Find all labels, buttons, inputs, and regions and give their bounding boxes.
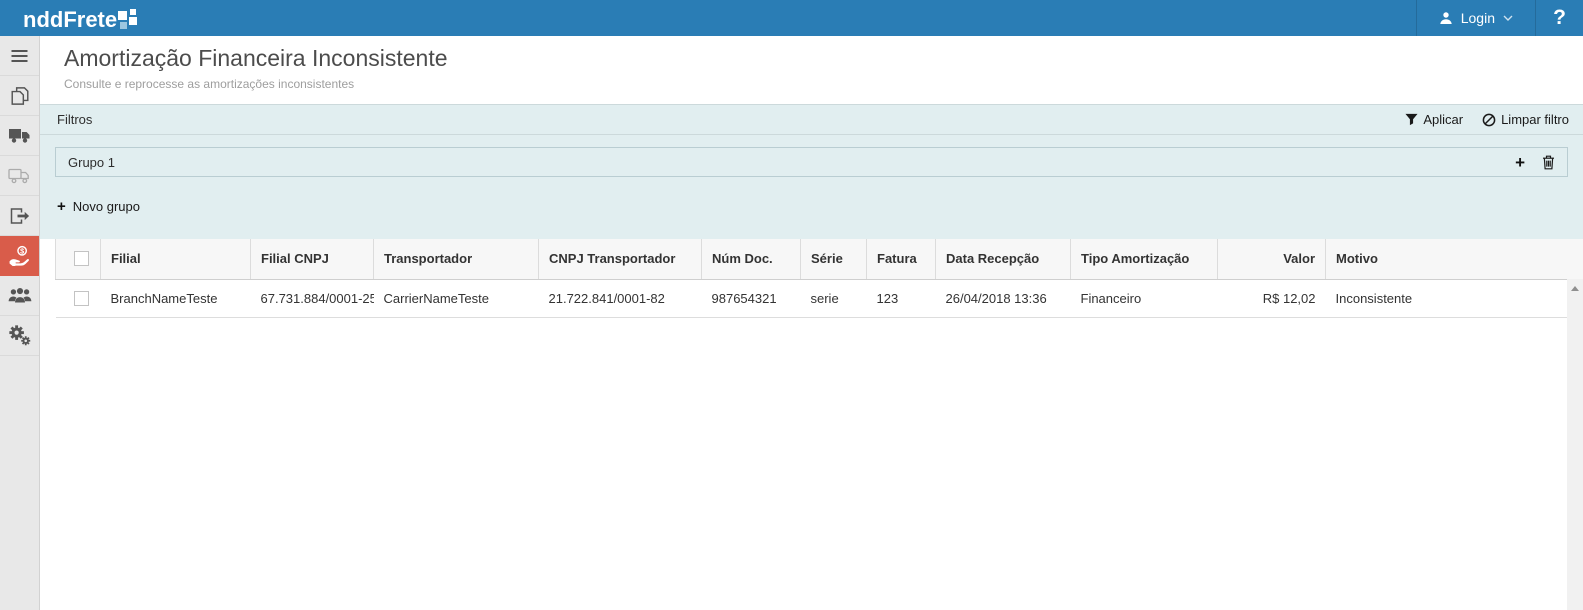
cell-num-doc: 987654321	[702, 279, 801, 317]
cell-transportador: CarrierNameTeste	[374, 279, 539, 317]
sidebar-item-delivery[interactable]	[0, 156, 39, 196]
col-num-doc: Núm Doc.	[702, 239, 801, 279]
hand-coin-icon: $	[8, 245, 31, 266]
results-table-area: Filial Filial CNPJ Transportador CNPJ Tr…	[40, 239, 1583, 610]
brand-squares-icon	[118, 9, 140, 33]
select-all-checkbox[interactable]	[74, 251, 89, 266]
sidebar-item-export[interactable]	[0, 196, 39, 236]
delete-group-button[interactable]	[1542, 155, 1555, 170]
col-fatura: Fatura	[867, 239, 936, 279]
page-title: Amortização Financeira Inconsistente	[64, 45, 1583, 72]
sidebar-item-documents[interactable]	[0, 76, 39, 116]
filter-group-header[interactable]: Grupo 1 +	[55, 147, 1568, 177]
page-subtitle: Consulte e reprocesse as amortizações in…	[64, 77, 1583, 91]
cell-filial: BranchNameTeste	[101, 279, 251, 317]
chevron-down-icon	[1503, 15, 1513, 21]
sidebar-item-menu-toggle[interactable]	[0, 36, 39, 76]
slash-circle-icon	[1482, 113, 1496, 127]
help-label: ?	[1553, 6, 1566, 30]
col-transportador: Transportador	[374, 239, 539, 279]
main-content: Amortização Financeira Inconsistente Con…	[40, 36, 1583, 610]
hamburger-icon	[10, 49, 29, 63]
document-export-icon	[9, 207, 30, 225]
page-header: Amortização Financeira Inconsistente Con…	[40, 36, 1583, 104]
table-row[interactable]: BranchNameTeste 67.731.884/0001-25 Carri…	[56, 279, 1583, 317]
cell-valor: R$ 12,02	[1218, 279, 1326, 317]
col-cnpj-transportador: CNPJ Transportador	[539, 239, 702, 279]
results-table: Filial Filial CNPJ Transportador CNPJ Tr…	[55, 239, 1583, 318]
sidebar-item-settings[interactable]	[0, 316, 39, 356]
truck-outline-icon	[8, 167, 32, 184]
col-data-recepcao: Data Recepção	[936, 239, 1071, 279]
brand-text: nddFrete	[23, 7, 117, 33]
cell-serie: serie	[801, 279, 867, 317]
sidebar: $	[0, 36, 40, 610]
sidebar-item-users[interactable]	[0, 276, 39, 316]
help-button[interactable]: ?	[1535, 0, 1583, 36]
brand-logo[interactable]: nddFrete	[0, 0, 140, 36]
filters-bar: Filtros Aplicar Limpar filtro	[40, 104, 1583, 135]
cell-fatura: 123	[867, 279, 936, 317]
copy-icon	[10, 86, 30, 106]
user-icon	[1439, 11, 1453, 25]
trash-icon	[1542, 155, 1555, 170]
apply-filter-button[interactable]: Aplicar	[1405, 112, 1463, 127]
cell-filial-cnpj: 67.731.884/0001-25	[251, 279, 374, 317]
select-all-cell	[56, 239, 101, 279]
clear-filter-button[interactable]: Limpar filtro	[1482, 112, 1569, 127]
filter-group-name: Grupo 1	[68, 155, 115, 170]
sidebar-item-amortization[interactable]: $	[0, 236, 39, 276]
row-select-cell	[56, 279, 101, 317]
top-bar: nddFrete Login ?	[0, 0, 1583, 36]
cell-data-recepcao: 26/04/2018 13:36	[936, 279, 1071, 317]
filters-panel: Grupo 1 +	[40, 135, 1583, 239]
col-filial: Filial	[101, 239, 251, 279]
cell-cnpj-transportador: 21.722.841/0001-82	[539, 279, 702, 317]
truck-icon	[8, 127, 32, 144]
apply-filter-label: Aplicar	[1423, 112, 1463, 127]
col-filial-cnpj: Filial CNPJ	[251, 239, 374, 279]
login-label: Login	[1461, 10, 1495, 26]
col-motivo: Motivo	[1326, 239, 1583, 279]
funnel-icon	[1405, 113, 1418, 126]
scroll-up-arrow-icon[interactable]	[1571, 286, 1579, 291]
sidebar-item-freight[interactable]	[0, 116, 39, 156]
cell-tipo-amortizacao: Financeiro	[1071, 279, 1218, 317]
vertical-scrollbar[interactable]	[1567, 279, 1583, 610]
login-menu[interactable]: Login	[1416, 0, 1535, 36]
clear-filter-label: Limpar filtro	[1501, 112, 1569, 127]
add-filter-icon[interactable]: +	[1515, 154, 1525, 171]
cell-motivo: Inconsistente	[1326, 279, 1583, 317]
gears-icon	[8, 324, 31, 347]
col-valor: Valor	[1218, 239, 1326, 279]
col-serie: Série	[801, 239, 867, 279]
row-checkbox[interactable]	[74, 291, 89, 306]
new-group-label: Novo grupo	[73, 199, 140, 214]
people-icon	[8, 287, 32, 304]
col-tipo-amortizacao: Tipo Amortização	[1071, 239, 1218, 279]
svg-text:$: $	[20, 246, 24, 255]
plus-icon: +	[57, 199, 66, 214]
table-header-row: Filial Filial CNPJ Transportador CNPJ Tr…	[56, 239, 1583, 279]
new-group-button[interactable]: + Novo grupo	[57, 199, 140, 214]
filters-title: Filtros	[57, 112, 92, 127]
